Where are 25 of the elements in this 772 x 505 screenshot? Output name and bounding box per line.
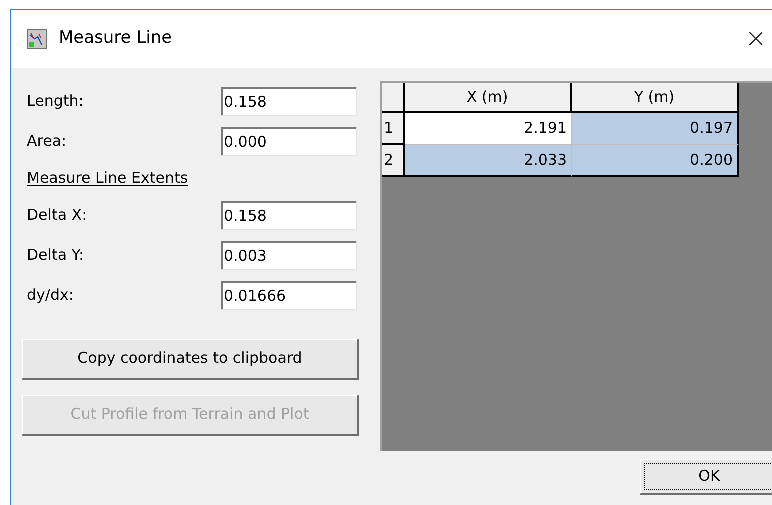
table-cell[interactable]: 2.033 [405,145,572,177]
row-header[interactable]: 1 [382,113,405,145]
field-label: Delta X: [27,205,88,226]
close-button[interactable]: × [736,26,772,52]
table-cell[interactable]: 0.200 [572,145,739,177]
section-heading: Measure Line Extents [27,168,188,189]
column-header[interactable]: Y (m) [572,83,739,113]
corner-cell [382,83,405,113]
value-field[interactable]: 0.158 [221,201,357,230]
action-button[interactable]: Copy coordinates to clipboard [22,338,359,380]
window-title: Measure Line [59,27,172,50]
value-field[interactable]: 0.158 [221,86,357,116]
value-field[interactable]: 0.000 [221,126,357,156]
column-header[interactable]: X (m) [405,83,572,113]
row-header[interactable]: 2 [382,145,405,177]
value-field[interactable]: 0.003 [221,241,357,270]
field-label: Delta Y: [27,245,86,266]
field-label: Length: [27,90,85,112]
table-cell[interactable]: 2.191 [405,113,572,145]
ok-button[interactable]: OK [640,459,772,495]
app-icon [27,29,47,49]
field-label: dy/dx: [27,285,75,306]
value-field[interactable]: 0.01666 [221,281,357,310]
field-label: Area: [27,130,68,152]
table-cell[interactable]: 0.197 [572,113,739,145]
